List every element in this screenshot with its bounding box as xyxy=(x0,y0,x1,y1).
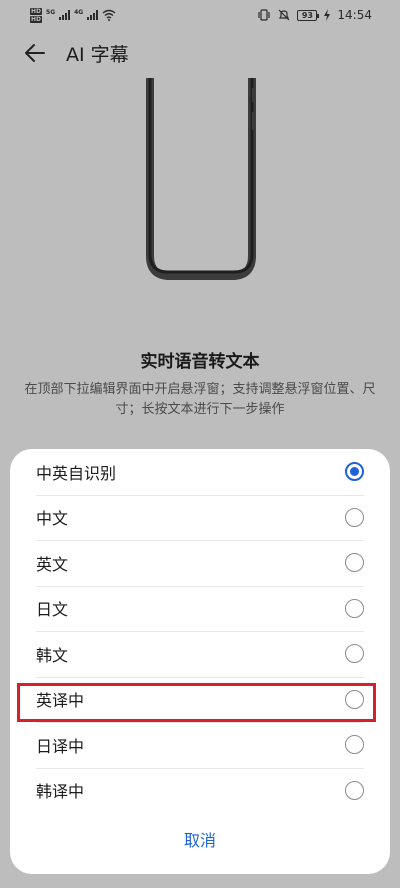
back-button[interactable] xyxy=(20,38,50,68)
signal-icon-2 xyxy=(87,10,99,20)
option-en-to-zh[interactable]: 英译中 xyxy=(10,676,390,723)
radio-icon[interactable] xyxy=(345,598,364,618)
battery-level: 93 xyxy=(301,10,313,20)
option-label: 日文 xyxy=(36,600,69,620)
clock: 14:54 xyxy=(337,8,372,22)
battery-icon: 93 xyxy=(297,9,320,21)
status-left: HD HD 5G 4G xyxy=(30,7,116,23)
radio-icon[interactable] xyxy=(345,735,364,755)
page-title: AI 字幕 xyxy=(66,43,129,66)
option-english[interactable]: 英文 xyxy=(10,540,390,586)
phone-illustration xyxy=(146,78,256,280)
option-label: 英译中 xyxy=(36,691,85,711)
language-bottom-sheet: 中英自识别 中文 英文 日文 韩文 英译中 日译中 韩译中 取消 xyxy=(10,449,390,874)
app-header: AI 字幕 xyxy=(0,36,400,70)
option-ja-to-zh[interactable]: 日译中 xyxy=(10,722,390,768)
status-bar: HD HD 5G 4G 93 14:54 xyxy=(0,0,400,30)
option-label: 英文 xyxy=(36,554,69,574)
option-zh-en-auto[interactable]: 中英自识别 xyxy=(10,449,390,495)
network-type-1: 5G xyxy=(46,9,56,16)
vibrate-icon xyxy=(258,9,271,21)
radio-icon[interactable] xyxy=(345,507,364,527)
option-ko-to-zh[interactable]: 韩译中 xyxy=(10,767,390,814)
option-chinese[interactable]: 中文 xyxy=(10,494,390,541)
cancel-button[interactable]: 取消 xyxy=(10,821,390,857)
radio-icon[interactable] xyxy=(345,689,364,709)
feature-description: 在顶部下拉编辑界面中开启悬浮窗；支持调整悬浮窗位置、尺寸；长按文本进行下一步操作 xyxy=(24,382,376,417)
option-label: 中文 xyxy=(36,509,69,529)
radio-icon[interactable] xyxy=(345,553,364,573)
option-label: 韩译中 xyxy=(36,782,85,802)
back-arrow-icon xyxy=(25,44,45,62)
sim2-label: HD xyxy=(30,15,43,23)
wifi-icon xyxy=(102,9,116,21)
language-option-list: 中英自识别 中文 英文 日文 韩文 英译中 日译中 韩译中 xyxy=(10,449,390,813)
status-right: 93 14:54 xyxy=(257,8,372,22)
option-korean[interactable]: 韩文 xyxy=(10,631,390,677)
sim1-label: HD xyxy=(30,7,43,15)
option-label: 韩文 xyxy=(36,645,69,665)
radio-icon[interactable] xyxy=(345,644,364,664)
radio-icon[interactable] xyxy=(345,780,364,800)
option-label: 中英自识别 xyxy=(36,463,117,483)
mute-bell-icon xyxy=(278,9,290,21)
radio-selected-icon[interactable] xyxy=(345,462,364,482)
option-label: 日译中 xyxy=(36,736,85,756)
network-type-2: 4G xyxy=(74,9,84,16)
sim-indicator: HD HD xyxy=(30,7,43,23)
charging-icon xyxy=(324,9,331,21)
option-japanese[interactable]: 日文 xyxy=(10,585,390,632)
signal-icon xyxy=(59,10,71,20)
feature-title: 实时语音转文本 xyxy=(140,352,260,372)
